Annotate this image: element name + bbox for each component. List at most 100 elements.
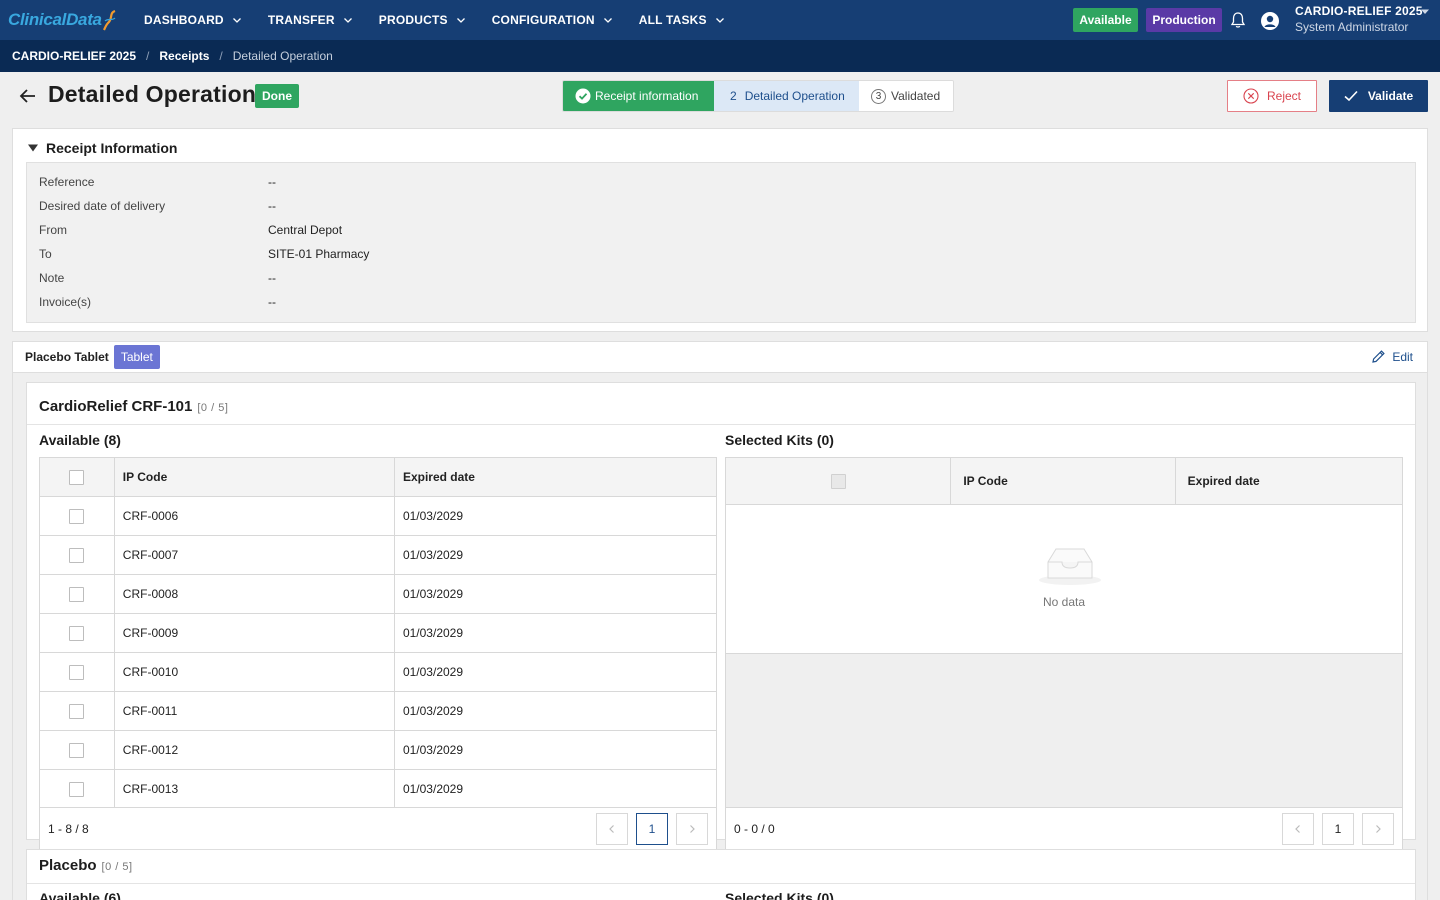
row-checkbox-cell <box>40 536 115 574</box>
step-receipt-information[interactable]: Receipt information <box>563 81 714 111</box>
step-validated[interactable]: 3 Validated <box>859 81 953 111</box>
product-kits-area: CardioRelief CRF-101 [0 / 5] Available (… <box>12 373 1428 900</box>
table-row[interactable]: CRF-0007 01/03/2029 <box>40 536 716 575</box>
ip-code-cell: CRF-0013 <box>115 770 395 808</box>
row-checkbox[interactable] <box>69 625 85 641</box>
chevron-down-icon <box>456 18 465 23</box>
row-checkbox-cell <box>40 731 115 769</box>
validate-button[interactable]: Validate <box>1329 80 1428 112</box>
bell-icon[interactable] <box>1230 11 1246 29</box>
table-header: IP Code Expired date <box>40 458 716 497</box>
breadcrumb-current: Detailed Operation <box>232 49 333 63</box>
row-checkbox[interactable] <box>69 547 85 563</box>
divider <box>27 883 1415 884</box>
chevron-down-icon <box>343 18 352 23</box>
prev-page-button[interactable] <box>596 813 628 845</box>
edit-button[interactable]: Edit <box>1371 349 1413 364</box>
available-panel-title: Available (6) <box>39 890 121 900</box>
pencil-icon <box>1372 350 1386 363</box>
expired-date-cell: 01/03/2029 <box>402 665 464 679</box>
row-checkbox[interactable] <box>69 586 85 602</box>
expired-date-cell: 01/03/2029 <box>402 626 464 640</box>
info-label: From <box>39 223 67 237</box>
nav-transfer[interactable]: TRANSFER <box>268 0 353 40</box>
ip-code-cell: CRF-0011 <box>115 692 395 730</box>
empty-inbox-icon <box>1039 548 1101 585</box>
row-checkbox[interactable] <box>69 703 85 719</box>
info-label: Reference <box>39 175 95 189</box>
receipt-information-panel: Receipt Information Reference -- Desired… <box>12 128 1428 332</box>
nav-all-tasks[interactable]: ALL TASKS <box>639 0 725 40</box>
ip-code-cell: CRF-0006 <box>115 497 395 535</box>
row-checkbox[interactable] <box>69 508 85 524</box>
breadcrumb-separator: / <box>146 49 150 63</box>
validate-label: Validate <box>1367 89 1414 103</box>
back-arrow-icon[interactable] <box>18 86 38 106</box>
select-all-checkbox <box>830 473 846 489</box>
table-row[interactable]: CRF-0006 01/03/2029 <box>40 497 716 536</box>
chevron-right-icon <box>690 825 695 833</box>
column-header-expired-date[interactable]: Expired date <box>1176 458 1402 504</box>
table-row[interactable]: CRF-0010 01/03/2029 <box>40 653 716 692</box>
availability-badge: Available <box>1073 8 1138 32</box>
divider <box>27 424 1415 425</box>
table-row[interactable]: CRF-0011 01/03/2029 <box>40 692 716 731</box>
table-row[interactable]: CRF-0013 01/03/2029 <box>40 770 716 809</box>
user-avatar-icon[interactable] <box>1260 11 1280 31</box>
receipt-information-toggle[interactable]: Receipt Information <box>27 140 177 156</box>
table-row[interactable]: CRF-0009 01/03/2029 <box>40 614 716 653</box>
table-row[interactable]: CRF-0012 01/03/2029 <box>40 731 716 770</box>
ip-code-cell: CRF-0007 <box>115 536 395 574</box>
page-number-button[interactable]: 1 <box>636 813 668 845</box>
info-value: -- <box>268 175 276 189</box>
selected-pagination: 0 - 0 / 0 1 <box>726 807 1402 849</box>
reject-button[interactable]: Reject <box>1227 80 1317 112</box>
column-header-ip-code[interactable]: IP Code <box>115 458 395 496</box>
row-checkbox[interactable] <box>69 664 85 680</box>
app-logo[interactable]: ClinicalData <box>8 7 117 33</box>
info-value: Central Depot <box>268 223 343 237</box>
product-header: Placebo Tablet Tablet Edit <box>12 341 1428 373</box>
user-menu[interactable]: CARDIO-RELIEF 2025 System Administrator <box>1295 4 1423 34</box>
check-icon <box>1344 90 1358 102</box>
next-page-button[interactable] <box>1362 813 1394 845</box>
info-row-desired-date: Desired date of delivery -- <box>39 199 276 215</box>
page-title: Detailed Operation <box>48 81 257 107</box>
chevron-down-icon <box>603 18 612 23</box>
selected-panel-title: Selected Kits (0) <box>725 890 834 900</box>
column-header-expired-date[interactable]: Expired date <box>395 458 716 496</box>
ip-code-cell: CRF-0009 <box>115 614 395 652</box>
expired-date-cell: 01/03/2029 <box>402 548 464 562</box>
pagination-range: 1 - 8 / 8 <box>48 821 89 836</box>
table-row[interactable]: CRF-0008 01/03/2029 <box>40 575 716 614</box>
nav-products[interactable]: PRODUCTS <box>379 0 466 40</box>
row-checkbox-cell <box>40 653 115 691</box>
main-nav: DASHBOARD TRANSFER PRODUCTS CONFIGURATIO… <box>144 0 751 40</box>
row-checkbox-cell <box>40 770 115 808</box>
chevron-down-icon <box>715 18 724 23</box>
nav-dashboard[interactable]: DASHBOARD <box>144 0 242 40</box>
close-circle-icon <box>1243 88 1259 104</box>
row-checkbox[interactable] <box>69 742 85 758</box>
chevron-right-icon <box>1376 825 1381 833</box>
available-panel-title: Available (8) <box>39 432 121 448</box>
breadcrumb-receipts[interactable]: Receipts <box>159 49 209 63</box>
next-page-button[interactable] <box>676 813 708 845</box>
info-label: To <box>39 247 52 261</box>
caret-down-icon[interactable] <box>1420 8 1430 16</box>
row-checkbox[interactable] <box>69 781 85 797</box>
column-header-ip-code[interactable]: IP Code <box>951 458 1176 504</box>
selected-panel-title: Selected Kits (0) <box>725 432 834 448</box>
breadcrumb-study[interactable]: CARDIO-RELIEF 2025 <box>12 49 136 63</box>
step-detailed-operation[interactable]: 2 Detailed Operation <box>714 81 859 111</box>
prev-page-button[interactable] <box>1282 813 1314 845</box>
receipt-information-title: Receipt Information <box>46 140 178 156</box>
row-checkbox-cell <box>40 614 115 652</box>
receipt-information-body: Reference -- Desired date of delivery --… <box>26 162 1416 323</box>
nav-configuration[interactable]: CONFIGURATION <box>492 0 613 40</box>
select-all-checkbox[interactable] <box>69 469 85 485</box>
step-label: Validated <box>891 89 941 103</box>
page-number-button[interactable]: 1 <box>1322 813 1354 845</box>
info-label: Desired date of delivery <box>39 199 166 213</box>
progress-stepper: Receipt information 2 Detailed Operation… <box>562 80 954 112</box>
